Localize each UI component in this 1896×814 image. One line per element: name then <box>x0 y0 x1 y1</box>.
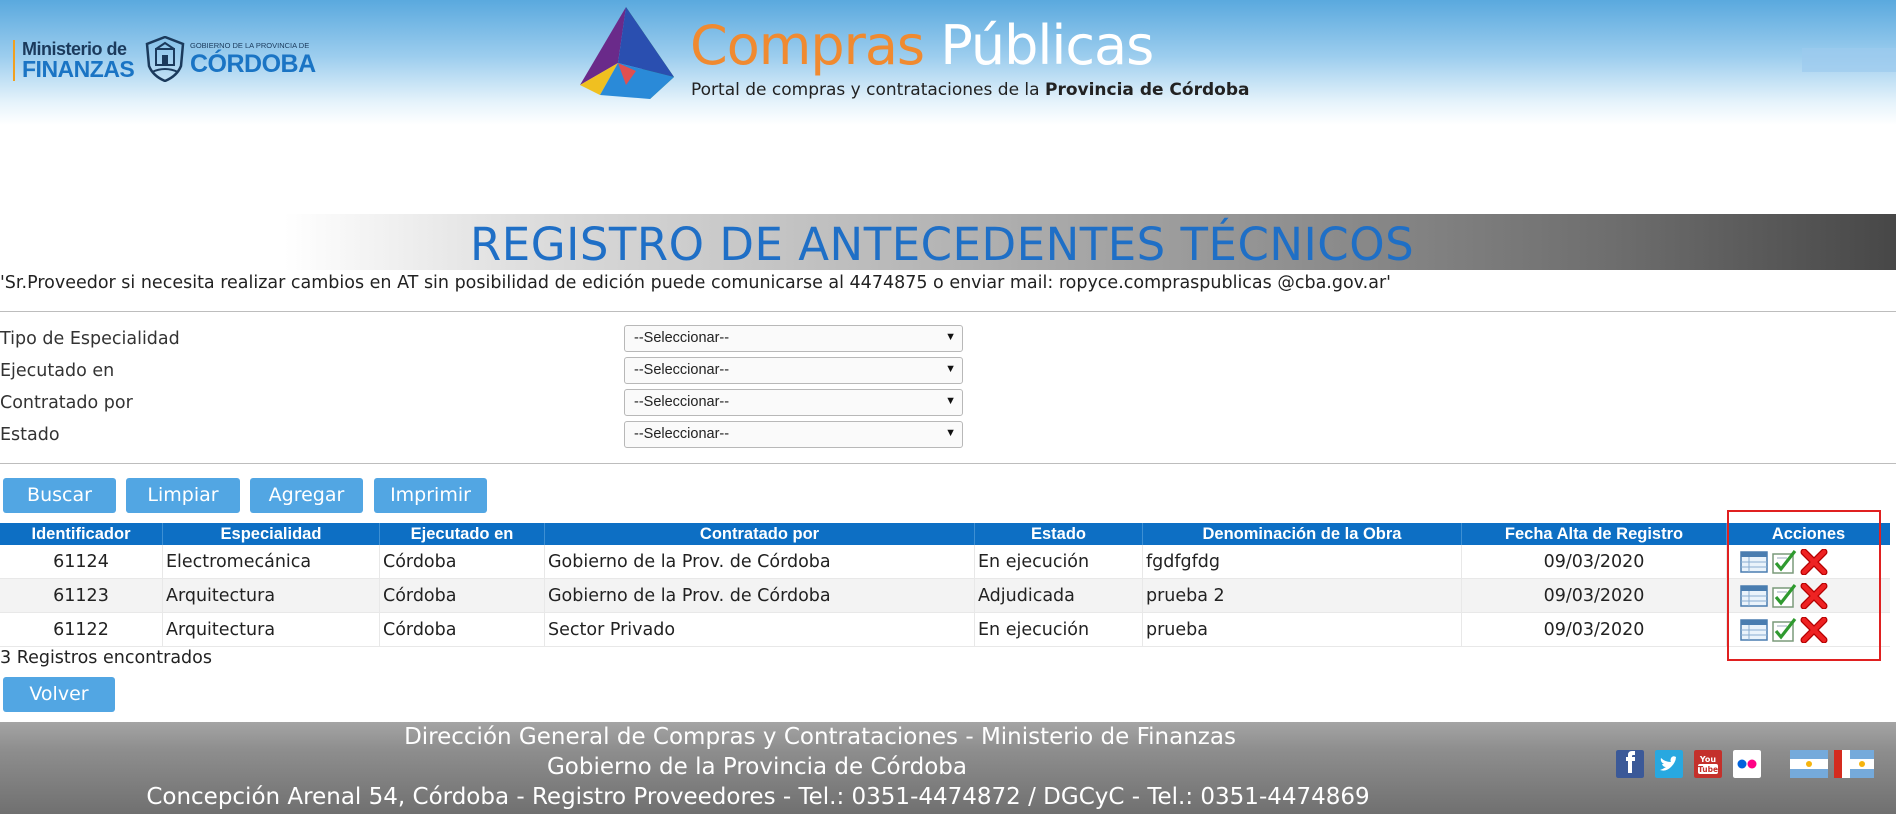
buscar-button[interactable]: Buscar <box>3 478 116 513</box>
svg-text:You: You <box>1699 755 1717 764</box>
select-contratado-por[interactable]: --Seleccionar-- ▼ <box>624 389 963 416</box>
compras-publicas-logo-icon[interactable] <box>578 5 682 105</box>
cell-denominacion: prueba 2 <box>1143 579 1462 613</box>
flickr-icon[interactable] <box>1733 750 1761 778</box>
table-row: 61123 Arquitectura Córdoba Gobierno de l… <box>0 579 1890 613</box>
select-value: --Seleccionar-- <box>634 394 730 410</box>
column-header-estado[interactable]: Estado <box>975 523 1143 545</box>
footer-line3: Concepción Arenal 54, Córdoba - Registro… <box>146 784 1370 810</box>
cell-estado: Adjudicada <box>975 579 1143 613</box>
gobierno-cordoba-logo[interactable]: GOBIERNO DE LA PROVINCIA DE CÓRDOBA <box>144 36 316 82</box>
column-header-especialidad[interactable]: Especialidad <box>163 523 380 545</box>
notice-text: 'Sr.Proveedor si necesita realizar cambi… <box>0 273 1391 293</box>
svg-text:Tube: Tube <box>1698 765 1718 774</box>
footer-line1: Dirección General de Compras y Contratac… <box>404 724 1236 750</box>
cell-fecha: 09/03/2020 <box>1462 545 1727 579</box>
site-header: Ministerio de FINANZAS GOBIERNO DE LA PR… <box>0 0 1896 125</box>
ministerio-line2: FINANZAS <box>22 56 135 82</box>
imprimir-button[interactable]: Imprimir <box>374 478 487 513</box>
select-value: --Seleccionar-- <box>634 426 730 442</box>
dropdown-arrow-icon: ▼ <box>945 331 956 343</box>
cell-fecha: 09/03/2020 <box>1462 579 1727 613</box>
cell-denominacion: prueba <box>1143 613 1462 647</box>
actions-highlight-box <box>1727 510 1881 661</box>
filter-label-estado: Estado <box>0 425 60 445</box>
site-subtitle-prefix: Portal de compras y contrataciones de la <box>691 80 1040 100</box>
footer-line2: Gobierno de la Provincia de Córdoba <box>546 754 968 780</box>
filter-label-especialidad: Tipo de Especialidad <box>0 329 180 349</box>
table-row: 61122 Arquitectura Córdoba Sector Privad… <box>0 613 1890 647</box>
select-estado[interactable]: --Seleccionar-- ▼ <box>624 421 963 448</box>
cordoba-shield-icon <box>145 36 185 82</box>
cell-especialidad: Electromecánica <box>163 545 380 579</box>
cell-estado: En ejecución <box>975 613 1143 647</box>
dropdown-arrow-icon: ▼ <box>945 395 956 407</box>
site-subtitle-bold: Provincia de Córdoba <box>1044 80 1250 100</box>
column-header-denominacion[interactable]: Denominación de la Obra <box>1143 523 1462 545</box>
site-subtitle: Portal de compras y contrataciones de la… <box>691 80 1249 100</box>
site-title-compras: Compras <box>690 14 925 77</box>
twitter-icon[interactable] <box>1655 750 1683 778</box>
cell-identificador: 61122 <box>0 613 163 647</box>
select-value: --Seleccionar-- <box>634 362 730 378</box>
cell-ejecutado: Córdoba <box>380 545 545 579</box>
agregar-button[interactable]: Agregar <box>250 478 363 513</box>
cell-fecha: 09/03/2020 <box>1462 613 1727 647</box>
header-login-area[interactable] <box>1802 48 1896 72</box>
filter-label-ejecutado: Ejecutado en <box>0 361 115 381</box>
cell-estado: En ejecución <box>975 545 1143 579</box>
cell-contratado: Gobierno de la Prov. de Córdoba <box>545 579 975 613</box>
results-count: 3 Registros encontrados <box>0 648 212 668</box>
volver-button[interactable]: Volver <box>3 677 115 712</box>
table-row: 61124 Electromecánica Córdoba Gobierno d… <box>0 545 1890 579</box>
select-tipo-especialidad[interactable]: --Seleccionar-- ▼ <box>624 325 963 352</box>
site-title-publicas: Públicas <box>940 14 1154 77</box>
dropdown-arrow-icon: ▼ <box>945 363 956 375</box>
divider <box>0 311 1896 312</box>
filter-label-contratado: Contratado por <box>0 393 133 413</box>
cell-contratado: Gobierno de la Prov. de Córdoba <box>545 545 975 579</box>
column-header-identificador[interactable]: Identificador <box>0 523 163 545</box>
facebook-icon[interactable] <box>1616 750 1644 778</box>
select-value: --Seleccionar-- <box>634 330 730 346</box>
dropdown-arrow-icon: ▼ <box>945 427 956 439</box>
gobierno-small-text: GOBIERNO DE LA PROVINCIA DE <box>190 41 310 50</box>
column-header-contratado[interactable]: Contratado por <box>545 523 975 545</box>
table-header: Identificador Especialidad Ejecutado en … <box>0 523 1890 545</box>
cordoba-flag-icon[interactable] <box>1834 750 1874 778</box>
cell-contratado: Sector Privado <box>545 613 975 647</box>
column-header-fecha[interactable]: Fecha Alta de Registro <box>1462 523 1727 545</box>
cell-especialidad: Arquitectura <box>163 579 380 613</box>
limpiar-button[interactable]: Limpiar <box>126 478 240 513</box>
divider <box>0 463 1896 464</box>
cell-identificador: 61123 <box>0 579 163 613</box>
column-header-ejecutado[interactable]: Ejecutado en <box>380 523 545 545</box>
youtube-icon[interactable]: You Tube <box>1694 750 1722 778</box>
argentina-flag-icon[interactable] <box>1790 750 1828 778</box>
cell-ejecutado: Córdoba <box>380 613 545 647</box>
cell-especialidad: Arquitectura <box>163 613 380 647</box>
select-ejecutado-en[interactable]: --Seleccionar-- ▼ <box>624 357 963 384</box>
ministerio-finanzas-logo[interactable]: Ministerio de FINANZAS <box>13 40 135 82</box>
page-title: REGISTRO DE ANTECEDENTES TÉCNICOS <box>470 218 1415 271</box>
cell-ejecutado: Córdoba <box>380 579 545 613</box>
cell-denominacion: fgdfgfdg <box>1143 545 1462 579</box>
site-title: Compras Públicas <box>690 14 1154 77</box>
gobierno-big-text: CÓRDOBA <box>190 50 316 78</box>
cell-identificador: 61124 <box>0 545 163 579</box>
